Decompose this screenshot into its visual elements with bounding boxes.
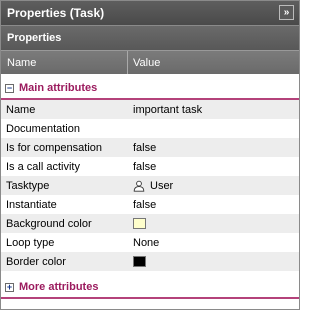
panel-header-label: Properties [7,32,62,44]
property-value[interactable]: false [128,142,156,154]
property-value[interactable] [128,218,146,229]
property-row-background-color[interactable]: Background color [1,214,299,233]
property-name: Instantiate [6,198,57,211]
property-value[interactable]: None [128,237,159,249]
property-name: Loop type [6,236,55,249]
window-titlebar: Properties (Task) » [1,1,299,25]
property-row-is-for-compensation[interactable]: Is for compensation false [1,138,299,157]
property-name: Tasktype [6,179,50,192]
properties-panel: Properties (Task) » Properties Name Valu… [0,0,300,310]
property-name: Name [6,103,36,116]
property-row-instantiate[interactable]: Instantiate false [1,195,299,214]
section-main-label[interactable]: Main attributes [19,82,97,94]
section-main-attributes[interactable]: − Main attributes [1,74,299,100]
background-color-swatch[interactable] [133,218,146,229]
collapse-minus-icon[interactable]: − [5,84,14,93]
property-name: Is a call activity [6,160,80,173]
property-name: Border color [6,255,66,268]
expand-plus-icon[interactable]: + [5,283,14,292]
column-header: Name Value [1,50,299,74]
section-more-label[interactable]: More attributes [19,281,98,293]
tasktype-value: User [150,179,174,192]
user-icon [133,180,145,192]
property-value[interactable]: false [128,161,156,173]
double-chevron-right-icon[interactable]: » [279,5,294,20]
property-row-border-color[interactable]: Border color [1,252,299,271]
property-value[interactable]: User [128,180,173,192]
column-header-value[interactable]: Value [128,51,160,74]
property-row-loop-type[interactable]: Loop type None [1,233,299,252]
column-header-name[interactable]: Name [1,51,128,74]
window-title: Properties (Task) [7,6,105,20]
property-name: Background color [6,217,92,230]
property-row-is-a-call-activity[interactable]: Is a call activity false [1,157,299,176]
panel-header: Properties [1,25,299,50]
property-name: Is for compensation [6,141,102,154]
property-rows: Name important task Documentation Is for… [1,100,299,271]
property-row-tasktype[interactable]: Tasktype User [1,176,299,195]
property-row-name[interactable]: Name important task [1,100,299,119]
border-color-swatch[interactable] [133,256,146,267]
property-row-documentation[interactable]: Documentation [1,119,299,138]
property-name: Documentation [6,122,80,135]
property-value[interactable]: important task [128,104,202,116]
property-value[interactable]: false [128,199,156,211]
section-more-attributes[interactable]: + More attributes [1,273,299,299]
property-value[interactable] [128,256,146,267]
